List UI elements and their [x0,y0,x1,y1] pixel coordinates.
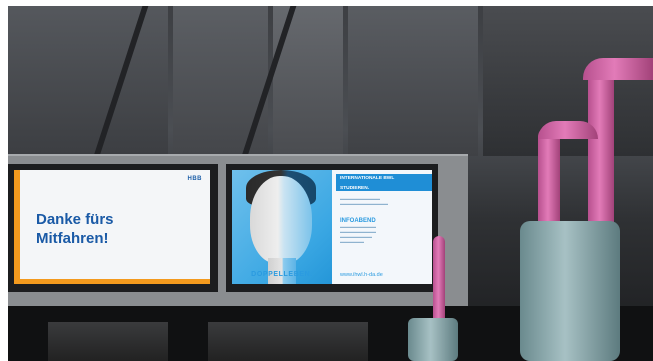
advert-url: www.ihwl.h-da.de [340,272,383,278]
ceiling-panel [348,6,478,156]
fine-print-line: ▬▬▬▬▬▬▬▬▬▬▬▬ [340,201,388,206]
banner-line-1: INTERNATIONALE BWL [340,176,395,181]
right-screen-advert: DOPPELLEBEN. INTERNATIONALE BWL STUDIERE… [232,170,432,284]
ceiling-panel [8,6,168,156]
logo-text: HBB [187,176,202,182]
rear-window [48,322,168,361]
portrait-backdrop: DOPPELLEBEN. [232,170,332,284]
portrait-face [250,176,312,264]
seat-handle [408,318,458,361]
banner-line-2: STUDIEREN. [340,186,370,191]
message-line-1: Danke fürs [36,211,114,228]
advert-tagline: DOPPELLEBEN. [251,271,313,278]
hbb-logo: HBB [188,176,203,182]
event-detail-line: ▬▬▬▬▬▬ [340,239,364,244]
advert-banner: INTERNATIONALE BWL STUDIEREN. [336,174,432,191]
advert-fine-print: ▬▬▬▬▬▬▬▬▬▬ ▬▬▬▬▬▬▬▬▬▬▬▬ [340,196,428,206]
message-line-2: Mitfahren! [36,230,109,247]
bus-interior-photo: HBB Danke fürs Mitfahren! DOPPELLEBEN. I… [8,6,653,361]
monitor-housing: HBB Danke fürs Mitfahren! DOPPELLEBEN. I… [8,154,468,306]
advert-event-block: INFOABEND ▬▬▬▬▬▬▬▬▬ ▬▬▬▬▬▬▬▬▬ ▬▬▬▬▬▬▬▬ ▬… [340,218,428,244]
pink-grab-pole-bend [583,58,653,80]
left-screen: HBB Danke fürs Mitfahren! [14,170,210,284]
stop-button-post [520,221,620,361]
thank-you-message: Danke fürs Mitfahren! [36,210,114,248]
pink-grab-rail-top [538,121,598,139]
rear-window [208,322,368,361]
